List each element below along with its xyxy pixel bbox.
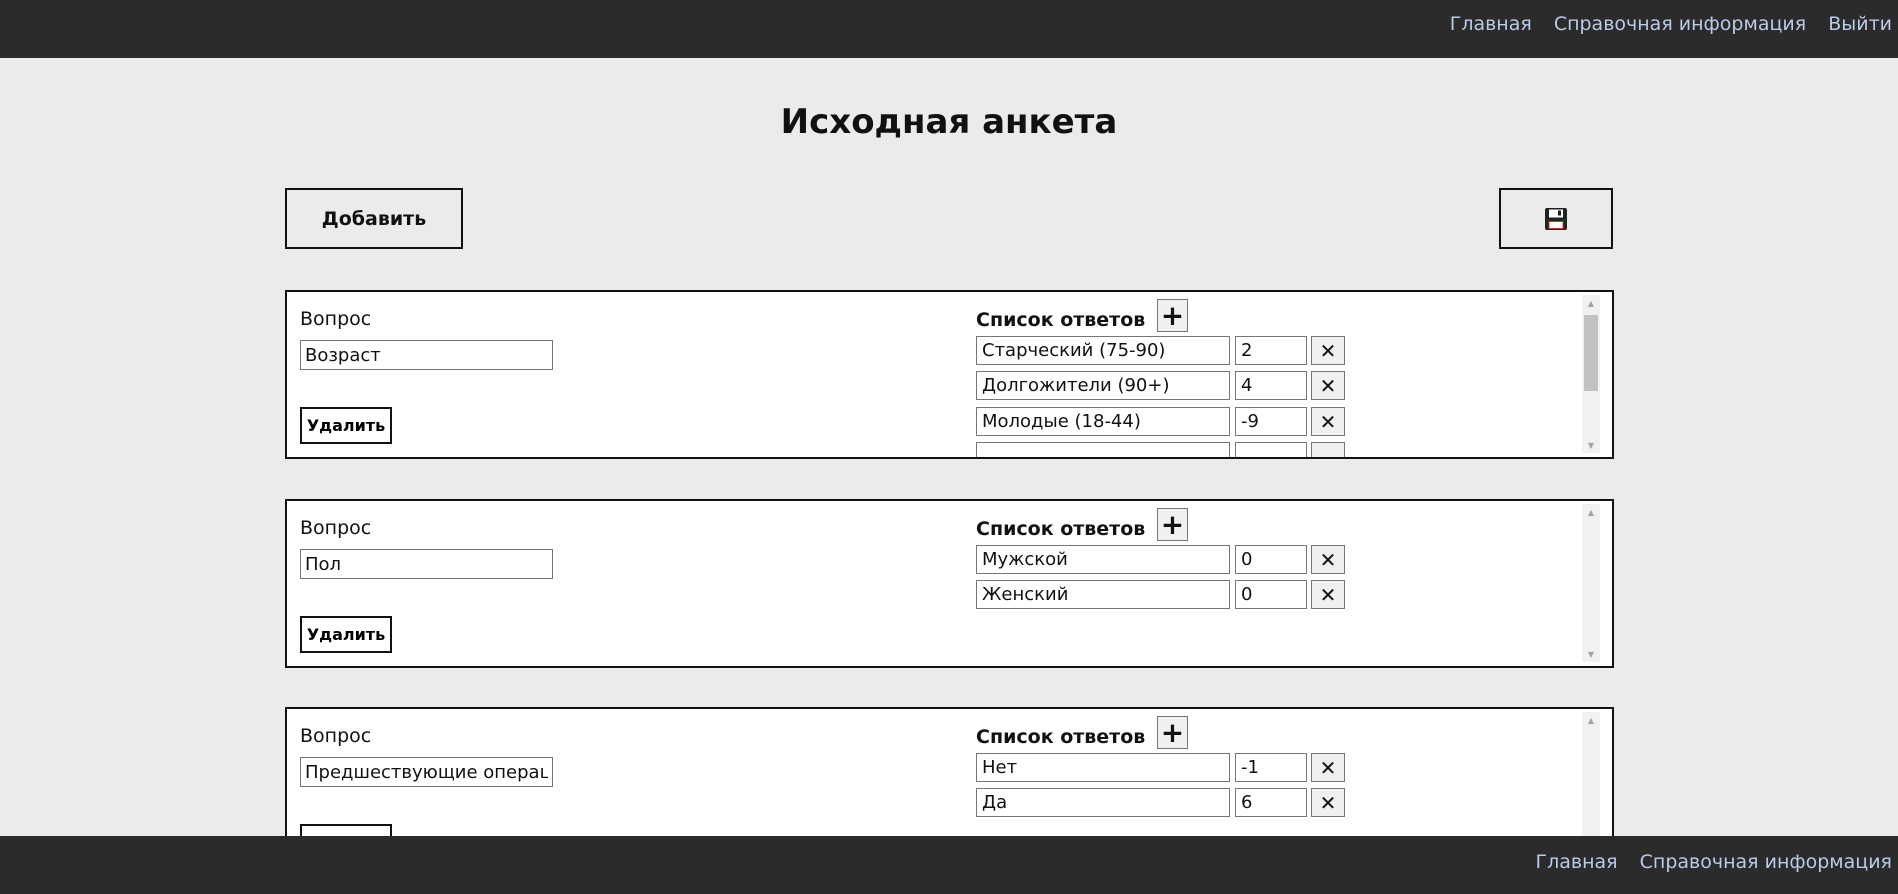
answer-text-input[interactable]: [976, 545, 1230, 574]
scroll-thumb[interactable]: [1584, 315, 1598, 391]
question-input[interactable]: [300, 340, 553, 370]
scroll-up-arrow-icon[interactable]: ▲: [1582, 295, 1600, 311]
remove-answer-icon[interactable]: ✕: [1311, 336, 1345, 365]
footer-nav: Главная Справочная информация: [1536, 851, 1892, 873]
add-answer-button[interactable]: +: [1157, 508, 1188, 541]
nav-home-link[interactable]: Главная: [1450, 13, 1532, 35]
remove-answer-icon[interactable]: ✕: [1311, 407, 1345, 436]
footer-help-link[interactable]: Справочная информация: [1640, 851, 1892, 873]
remove-answer-icon[interactable]: ✕: [1311, 545, 1345, 574]
question-label: Вопрос: [300, 308, 372, 330]
answer-text-input[interactable]: [976, 336, 1230, 365]
answer-score-input[interactable]: [1235, 753, 1307, 782]
scroll-down-arrow-icon[interactable]: ▼: [1582, 437, 1600, 453]
nav-logout-link[interactable]: Выйти: [1828, 13, 1892, 35]
remove-answer-icon[interactable]: ✕: [1311, 371, 1345, 400]
add-answer-button[interactable]: +: [1157, 299, 1188, 332]
question-input[interactable]: [300, 549, 553, 579]
add-answer-button[interactable]: +: [1157, 716, 1188, 749]
question-card: Вопрос Удалить Список ответов + ✕ ✕ ✕ ▲ …: [285, 290, 1614, 459]
answers-heading: Список ответов: [976, 518, 1146, 540]
save-button[interactable]: [1499, 188, 1613, 249]
footer-bar: Главная Справочная информация: [0, 836, 1898, 894]
answer-text-input[interactable]: [976, 580, 1230, 609]
scroll-up-arrow-icon[interactable]: ▲: [1582, 712, 1600, 728]
page-title: Исходная анкета: [780, 102, 1118, 142]
answers-scrollbar[interactable]: ▲ ▼: [1582, 504, 1600, 662]
answer-score-input[interactable]: [1235, 371, 1307, 400]
answer-score-input[interactable]: [1235, 788, 1307, 817]
answer-text-input[interactable]: [976, 788, 1230, 817]
answers-heading: Список ответов: [976, 726, 1146, 748]
answer-score-input[interactable]: [1235, 580, 1307, 609]
scroll-up-arrow-icon[interactable]: ▲: [1582, 504, 1600, 520]
remove-answer-icon[interactable]: ✕: [1311, 580, 1345, 609]
answer-text-input[interactable]: [976, 407, 1230, 436]
answer-text-input[interactable]: [976, 371, 1230, 400]
question-label: Вопрос: [300, 517, 372, 539]
delete-question-button[interactable]: Удалить: [300, 407, 392, 444]
answer-score-input[interactable]: [1235, 336, 1307, 365]
remove-answer-icon[interactable]: ✕: [1311, 788, 1345, 817]
nav-help-link[interactable]: Справочная информация: [1554, 13, 1806, 35]
add-question-button[interactable]: Добавить: [285, 188, 463, 249]
answers-scrollbar[interactable]: ▲ ▼: [1582, 295, 1600, 453]
floppy-disk-icon: [1545, 207, 1567, 230]
top-nav: Главная Справочная информация Выйти: [1450, 13, 1892, 35]
answer-score-input[interactable]: [1235, 545, 1307, 574]
question-input[interactable]: [300, 757, 553, 787]
remove-answer-icon[interactable]: ✕: [1311, 753, 1345, 782]
top-navbar: Главная Справочная информация Выйти: [0, 0, 1898, 58]
question-card: Вопрос Удалить Список ответов + ✕ ✕ ▲ ▼: [285, 499, 1614, 668]
answer-text-input[interactable]: [976, 753, 1230, 782]
footer-home-link[interactable]: Главная: [1536, 851, 1618, 873]
answer-score-input[interactable]: [1235, 407, 1307, 436]
scroll-down-arrow-icon[interactable]: ▼: [1582, 646, 1600, 662]
question-label: Вопрос: [300, 725, 372, 747]
answers-heading: Список ответов: [976, 309, 1146, 331]
delete-question-button[interactable]: Удалить: [300, 616, 392, 653]
